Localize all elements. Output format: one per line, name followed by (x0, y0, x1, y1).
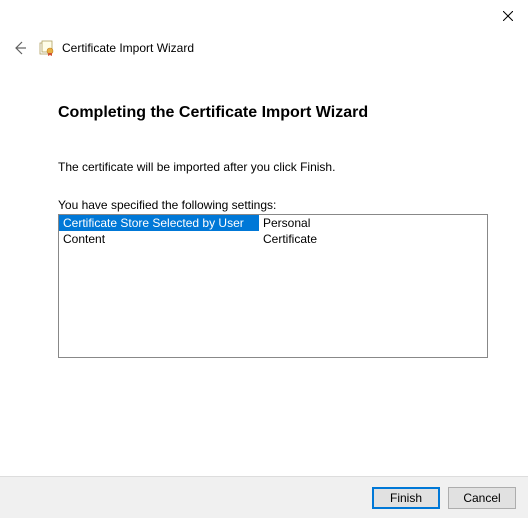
settings-table: Certificate Store Selected by UserPerson… (59, 215, 487, 247)
back-button[interactable] (10, 38, 30, 58)
table-row[interactable]: ContentCertificate (59, 231, 487, 247)
setting-key: Certificate Store Selected by User (59, 215, 259, 231)
header: Certificate Import Wizard (10, 38, 194, 58)
certificate-wizard-icon (38, 40, 54, 56)
settings-listbox[interactable]: Certificate Store Selected by UserPerson… (58, 214, 488, 358)
description-text: The certificate will be imported after y… (58, 160, 490, 174)
setting-value: Certificate (259, 231, 487, 247)
setting-value: Personal (259, 215, 487, 231)
finish-button[interactable]: Finish (372, 487, 440, 509)
setting-key: Content (59, 231, 259, 247)
cancel-button[interactable]: Cancel (448, 487, 516, 509)
table-row[interactable]: Certificate Store Selected by UserPerson… (59, 215, 487, 231)
arrow-left-icon (12, 40, 28, 56)
close-icon (503, 11, 513, 21)
window-title: Certificate Import Wizard (62, 41, 194, 55)
page-heading: Completing the Certificate Import Wizard (58, 104, 490, 122)
footer: Finish Cancel (0, 476, 528, 518)
settings-label: You have specified the following setting… (58, 198, 490, 212)
close-button[interactable] (498, 6, 518, 26)
content-area: Completing the Certificate Import Wizard… (58, 104, 490, 358)
